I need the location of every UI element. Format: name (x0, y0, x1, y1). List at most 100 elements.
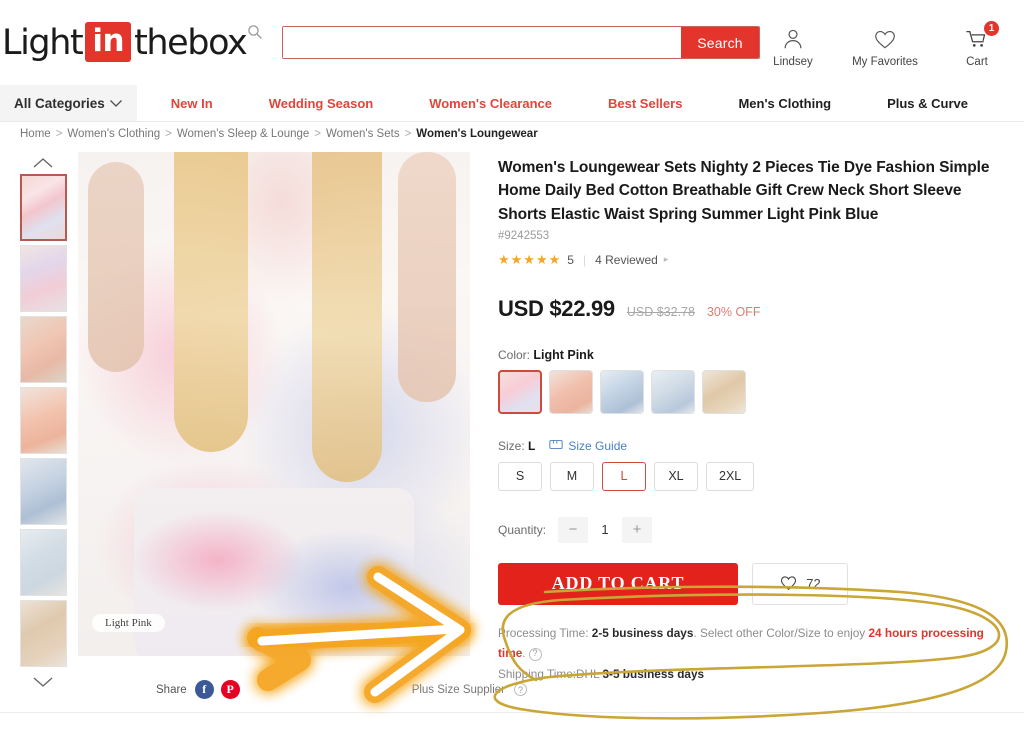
nav-item-best-sellers[interactable]: Best Sellers (608, 96, 682, 111)
model-shorts (134, 488, 414, 656)
chevron-right-icon: ▸ (663, 254, 669, 265)
favorites-label: My Favorites (852, 56, 918, 68)
color-swatch-list (498, 369, 1010, 414)
original-price: USD $32.78 (626, 304, 695, 319)
pinterest-icon[interactable]: P (220, 680, 240, 699)
size-option-l[interactable]: L (602, 461, 646, 491)
model-arm-right (398, 152, 456, 402)
processing-suffix: . (522, 646, 526, 661)
question-circle-icon[interactable]: ? (514, 683, 528, 696)
nav-item-list: New In Wedding Season Women's Clearance … (137, 85, 1024, 121)
supplier-note: Plus Size Supplier ? (412, 683, 528, 696)
chevron-down-icon (33, 677, 53, 687)
size-value: L (528, 438, 536, 453)
thumbnail-column (12, 152, 74, 693)
thumbnail-5[interactable] (19, 458, 67, 525)
thumbnail-7[interactable] (19, 600, 67, 667)
thumbnail-scroll-down-button[interactable] (32, 671, 54, 693)
heart-outline-icon (779, 574, 798, 594)
size-option-list: S M L XL 2XL (498, 461, 1010, 491)
color-value: Light Pink (533, 347, 594, 362)
add-to-favorites-button[interactable]: 72 (752, 562, 848, 605)
thumbnail-1[interactable] (19, 174, 67, 241)
thumbnail-4[interactable] (19, 387, 67, 454)
color-swatch-light-pink[interactable] (498, 369, 542, 414)
color-swatch-light-blue[interactable] (651, 369, 695, 414)
reviews-link[interactable]: 4 Reviewed (595, 253, 658, 267)
account-menu[interactable]: Lindsey (760, 25, 826, 68)
all-categories-label: All Categories (14, 95, 105, 111)
processing-time-value: 2-5 business days (591, 625, 694, 640)
breadcrumb-separator: > (314, 128, 321, 140)
quantity-label: Quantity: (498, 522, 547, 537)
search-button[interactable]: Search (681, 27, 759, 58)
footer-divider (0, 712, 1024, 713)
ruler-icon (549, 439, 563, 453)
product-main-image[interactable]: Light Pink (78, 152, 470, 656)
breadcrumb-item-home[interactable]: Home (20, 128, 51, 140)
all-categories-dropdown[interactable]: All Categories (0, 85, 137, 121)
color-label: Color: (498, 347, 531, 362)
shipping-time-value: 3-5 business days (602, 667, 705, 682)
thumbnail-3[interactable] (19, 316, 67, 383)
size-option-xl[interactable]: XL (654, 461, 698, 491)
breadcrumb-item-womens-clothing[interactable]: Women's Clothing (67, 128, 160, 140)
breadcrumb-separator: > (55, 128, 63, 140)
model-hair-right (312, 152, 382, 482)
size-guide-link[interactable]: Size Guide (549, 439, 627, 453)
color-swatch-blue[interactable] (600, 369, 644, 414)
thumbnail-scroll-up-button[interactable] (32, 152, 54, 174)
processing-mid-text: . Select other Color/Size to enjoy (693, 625, 866, 640)
main-navigation: All Categories New In Wedding Season Wom… (0, 85, 1024, 122)
nav-item-new-in[interactable]: New In (171, 96, 213, 111)
nav-item-mens-clothing[interactable]: Men's Clothing (738, 96, 831, 111)
site-logo[interactable]: Light in thebox (2, 21, 248, 63)
favorite-count: 72 (806, 576, 821, 592)
action-row: ADD TO CART 72 (498, 562, 1010, 605)
shipping-time-line: Shipping Time:DHL 3-5 business days (498, 664, 1010, 685)
size-guide-label: Size Guide (568, 438, 628, 453)
logo-part-light: Light (2, 22, 84, 63)
size-label-text: Size: (498, 438, 525, 453)
size-label-row: Size: L Size Guide (498, 439, 1010, 453)
processing-time-label: Processing Time: (498, 625, 589, 640)
thumbnail-6[interactable] (19, 529, 67, 596)
logo-part-thebox: thebox (134, 22, 248, 63)
user-icon (781, 25, 805, 53)
cart-menu[interactable]: 1 Cart (944, 20, 1010, 68)
share-row: Share f P Plus Size Supplier ? (156, 680, 556, 699)
breadcrumb-item-womens-sets[interactable]: Women's Sets (326, 128, 400, 140)
breadcrumb-item-sleep-lounge[interactable]: Women's Sleep & Lounge (177, 128, 309, 140)
quantity-value[interactable]: 1 (588, 522, 622, 537)
chevron-up-icon (33, 158, 53, 168)
nav-item-womens-clearance[interactable]: Women's Clearance (429, 96, 552, 111)
page-title: Women's Loungewear Sets Nighty 2 Pieces … (498, 159, 990, 223)
size-option-2xl[interactable]: 2XL (706, 461, 755, 491)
shipping-time-label: Shipping Time:DHL (498, 667, 600, 682)
facebook-icon[interactable]: f (194, 680, 214, 699)
size-option-m[interactable]: M (550, 461, 594, 491)
processing-time-line: Processing Time: 2-5 business days. Sele… (498, 623, 1010, 664)
size-option-s[interactable]: S (498, 461, 542, 491)
search-input[interactable] (283, 27, 681, 58)
current-price: USD $22.99 (498, 295, 615, 321)
cart-label: Cart (966, 56, 988, 68)
chevron-down-icon (109, 96, 123, 111)
nav-item-wedding-season[interactable]: Wedding Season (269, 96, 374, 111)
rating-stars: ★★★★★ (498, 251, 562, 267)
color-swatch-beige[interactable] (702, 369, 746, 414)
question-circle-icon[interactable]: ? (528, 647, 542, 661)
quantity-increase-button[interactable]: + (622, 516, 653, 543)
favorites-menu[interactable]: My Favorites (852, 25, 918, 68)
breadcrumb-separator: > (404, 128, 412, 140)
add-to-cart-button[interactable]: ADD TO CART (498, 562, 738, 605)
account-label: Lindsey (773, 56, 813, 68)
quantity-decrease-button[interactable]: − (558, 516, 589, 543)
search-bar[interactable]: Search (282, 26, 760, 59)
cart-badge: 1 (983, 20, 1000, 37)
rating-row: ★★★★★ 5 | 4 Reviewed ▸ (498, 252, 1010, 268)
thumbnail-2[interactable] (19, 245, 67, 312)
nav-item-plus-curve[interactable]: Plus & Curve (887, 96, 968, 111)
search-icon (247, 24, 263, 40)
color-swatch-pink[interactable] (549, 369, 593, 414)
